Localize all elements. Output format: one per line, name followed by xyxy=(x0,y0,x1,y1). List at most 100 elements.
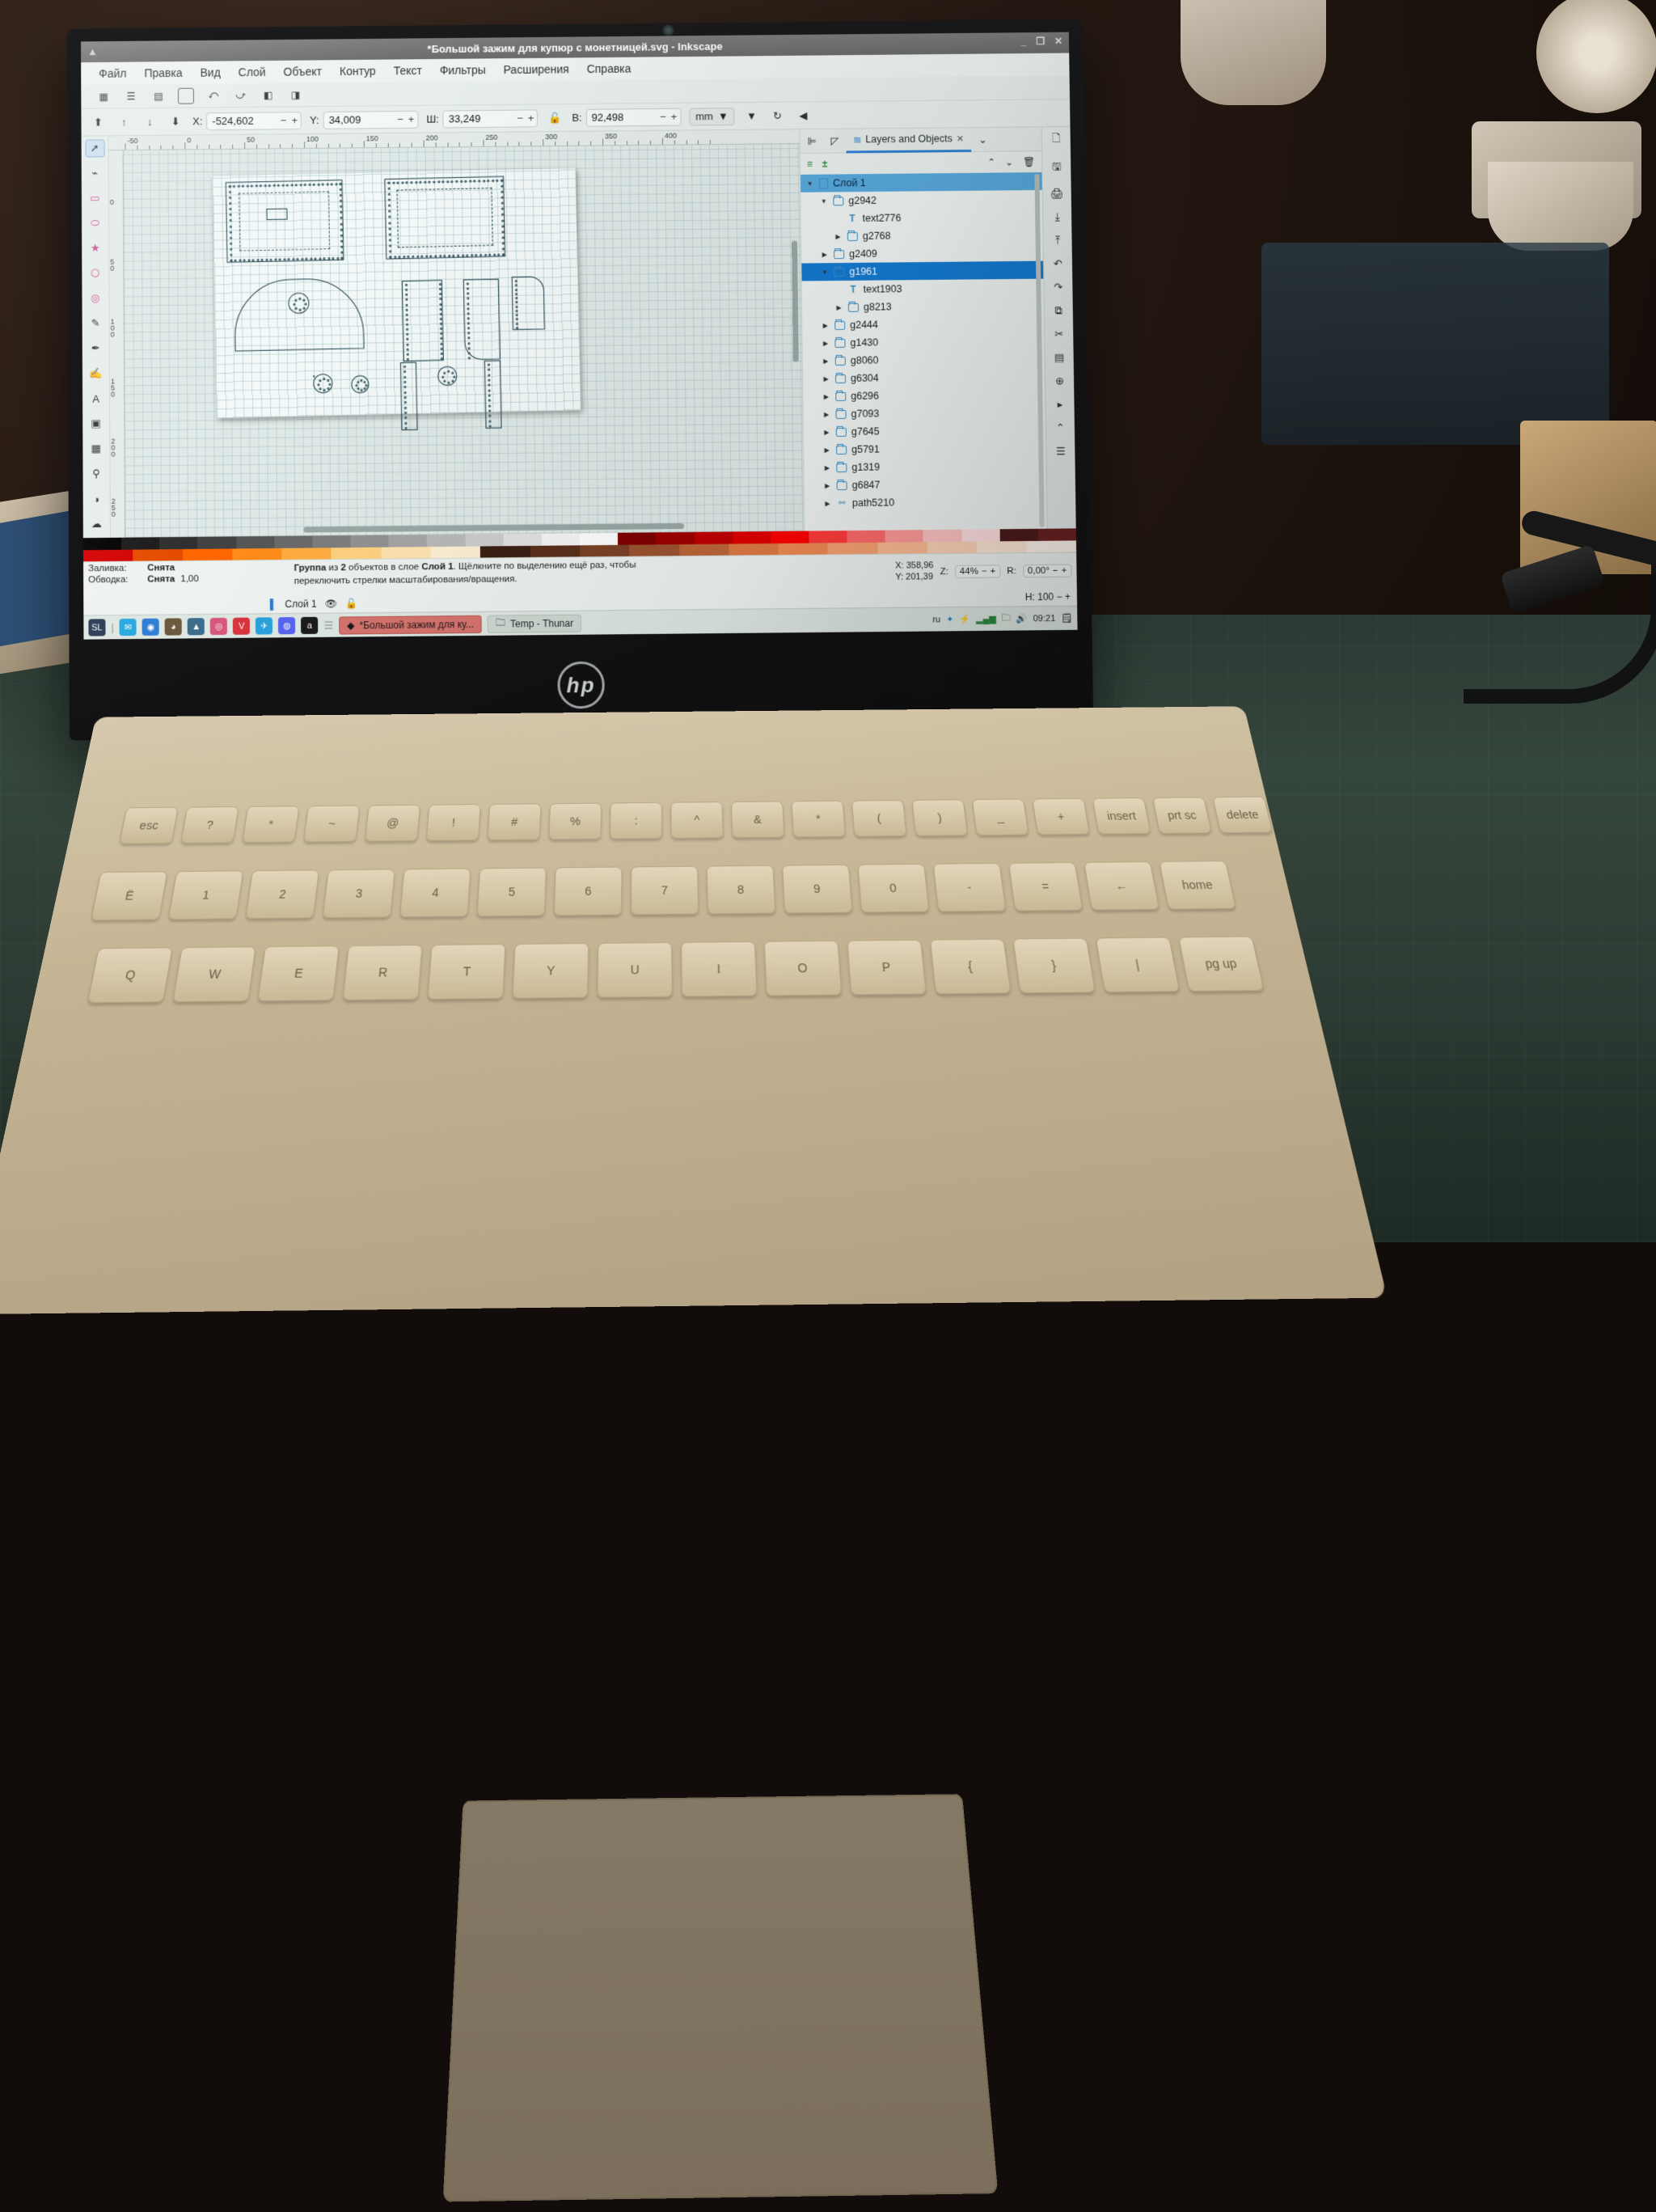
print-icon[interactable]: 🖨 xyxy=(1050,188,1064,201)
raise-to-top-icon[interactable]: ⬆ xyxy=(89,114,107,130)
keyboard-key[interactable]: _ xyxy=(972,799,1029,836)
panel-collapse-icon[interactable]: ◀ xyxy=(794,108,812,124)
width-input[interactable]: 33,249 − + xyxy=(443,109,539,128)
width-stepper[interactable]: − + xyxy=(517,112,534,124)
dropper-tool-icon[interactable]: ⚲ xyxy=(87,465,106,483)
stroke-width-value[interactable]: 1,00 xyxy=(180,574,199,584)
keyboard-key[interactable]: esc xyxy=(119,807,179,844)
move-down-icon[interactable]: ⌄ xyxy=(1005,156,1013,167)
canvas-area[interactable]: -50050100150200250300350400 05 01 0 01 5… xyxy=(108,129,804,538)
keyboard-key[interactable]: E xyxy=(257,945,339,1001)
keyboard-key[interactable]: } xyxy=(1012,938,1096,994)
close-icon[interactable]: ✕ xyxy=(1054,36,1062,47)
keyboard-key[interactable]: 6 xyxy=(554,867,623,916)
palette-swatch[interactable] xyxy=(847,531,885,543)
collapse-arrow-icon[interactable]: ▲ xyxy=(87,45,98,57)
rectangle-tool-icon[interactable]: ▭ xyxy=(85,189,104,207)
height-stepper[interactable]: − + xyxy=(660,111,677,123)
flip-vertical-icon[interactable]: ◨ xyxy=(288,87,304,103)
lock-ratio-icon[interactable]: 🔓 xyxy=(546,110,564,126)
align-icon[interactable]: ☰ xyxy=(123,88,139,104)
spiral-tool-icon[interactable]: ◎ xyxy=(86,290,105,307)
mesh-tool-icon[interactable]: ▦ xyxy=(87,440,106,458)
x-plus[interactable]: + xyxy=(291,114,298,126)
xml-editor-icon[interactable]: ▤ xyxy=(150,87,167,104)
keyboard-key[interactable]: P xyxy=(847,940,927,996)
touchpad[interactable] xyxy=(443,1794,999,2201)
fill-value[interactable]: Снята xyxy=(147,563,175,573)
keyboard-key[interactable]: ? xyxy=(180,806,239,844)
palette-swatch[interactable] xyxy=(503,534,541,546)
tree-row[interactable]: Ttext1903 xyxy=(802,279,1044,299)
tree-row[interactable]: ▶g8060 xyxy=(803,349,1045,370)
tree-row[interactable]: ▶g2409 xyxy=(801,243,1043,264)
zoom-control[interactable]: 44% − + xyxy=(955,565,1001,578)
volume-icon[interactable]: 🔊 xyxy=(1016,613,1028,624)
keyboard-key[interactable]: - xyxy=(933,863,1007,912)
star-tool-icon[interactable]: ★ xyxy=(86,239,105,257)
paste-icon[interactable]: ▤ xyxy=(1054,351,1065,364)
keyboard-key[interactable]: Q xyxy=(87,947,173,1003)
archive-icon[interactable]: 🗀 xyxy=(1002,611,1011,626)
palette-swatch[interactable] xyxy=(885,530,923,542)
chevron-right-icon[interactable]: ▶ xyxy=(822,411,830,418)
chevron-right-icon[interactable]: ▶ xyxy=(834,303,843,311)
chevron-right-icon[interactable]: ▶ xyxy=(822,446,831,454)
redo-icon[interactable]: ↷ xyxy=(1054,281,1062,294)
maximize-icon[interactable]: ❐ xyxy=(1036,36,1045,47)
menu-item-2[interactable]: Вид xyxy=(200,66,220,79)
palette-swatch[interactable] xyxy=(121,537,159,549)
tab-style[interactable]: ◸ xyxy=(823,129,846,153)
keyboard-key[interactable]: 2 xyxy=(245,869,319,919)
palette-swatch[interactable] xyxy=(695,531,733,543)
opacity-minus[interactable]: − xyxy=(1056,591,1062,603)
y-stepper[interactable]: − + xyxy=(397,113,414,125)
snap-more-icon[interactable]: ▸ xyxy=(1058,398,1063,411)
gradient-tool-icon[interactable]: ▣ xyxy=(87,415,106,433)
clipboard-icon[interactable]: 🗒 xyxy=(1061,613,1072,624)
chevron-right-icon[interactable]: ▶ xyxy=(821,340,830,347)
menu-item-9[interactable]: Справка xyxy=(587,62,632,75)
chevron-right-icon[interactable]: ▶ xyxy=(822,393,830,400)
task-inkscape[interactable]: ◆ *Большой зажим для ку... xyxy=(339,615,482,634)
launcher-telegram[interactable]: ✈ xyxy=(256,617,272,634)
keyboard-key[interactable]: * xyxy=(791,801,846,838)
snap-collapse-icon[interactable]: ⌃ xyxy=(1056,421,1065,434)
tab-close-icon[interactable]: ✕ xyxy=(957,133,964,144)
height-minus[interactable]: − xyxy=(660,111,666,123)
tree-row[interactable]: ▶g8213 xyxy=(802,297,1044,317)
tree-row[interactable]: ▼g2942 xyxy=(801,190,1042,210)
launcher-hat[interactable]: ▲ xyxy=(188,618,205,635)
keyboard-key[interactable]: ~ xyxy=(303,806,360,843)
battery-icon[interactable]: ⚡ xyxy=(959,614,970,624)
tree-row[interactable]: ▶g6304 xyxy=(803,367,1045,387)
tree-row[interactable]: ▶g2444 xyxy=(802,315,1044,335)
tree-row[interactable]: ▶g5791 xyxy=(804,438,1046,459)
keyboard-key[interactable]: : xyxy=(610,802,662,840)
launcher-owl[interactable]: ◕ xyxy=(165,618,182,635)
keyboard-key[interactable]: + xyxy=(1032,798,1090,835)
x-stepper[interactable]: − + xyxy=(281,114,298,126)
tray-keyboard-layout[interactable]: ru xyxy=(932,615,940,624)
tree-row[interactable]: ▶g1319 xyxy=(804,457,1046,477)
keyboard-key[interactable]: 1 xyxy=(168,870,244,920)
launcher-vivaldi[interactable]: V xyxy=(233,618,250,635)
opacity-value[interactable]: 100 xyxy=(1037,591,1054,603)
dock-chevron[interactable]: ⌄ xyxy=(971,127,995,151)
keyboard-key[interactable]: 0 xyxy=(857,864,929,913)
keyboard-key[interactable]: @ xyxy=(365,805,420,842)
launcher-sl[interactable]: SL xyxy=(88,619,105,636)
keyboard-key[interactable]: 3 xyxy=(323,869,395,918)
keyboard-key[interactable]: prt sc xyxy=(1152,797,1212,833)
keyboard-key[interactable]: Ё xyxy=(91,871,167,920)
keyboard-key[interactable]: & xyxy=(731,801,785,838)
keyboard-key[interactable]: I xyxy=(681,941,758,997)
drawing-canvas[interactable] xyxy=(124,144,805,538)
menu-item-5[interactable]: Контур xyxy=(340,65,376,78)
palette-swatch[interactable] xyxy=(389,535,427,547)
menu-item-6[interactable]: Текст xyxy=(394,64,422,77)
tree-row[interactable]: Ttext2776 xyxy=(801,208,1043,228)
keyboard-key[interactable]: R xyxy=(342,945,422,1000)
pencil-tool-icon[interactable]: ✎ xyxy=(86,315,105,332)
tree-row[interactable]: ▶⚯path5210 xyxy=(805,493,1047,513)
